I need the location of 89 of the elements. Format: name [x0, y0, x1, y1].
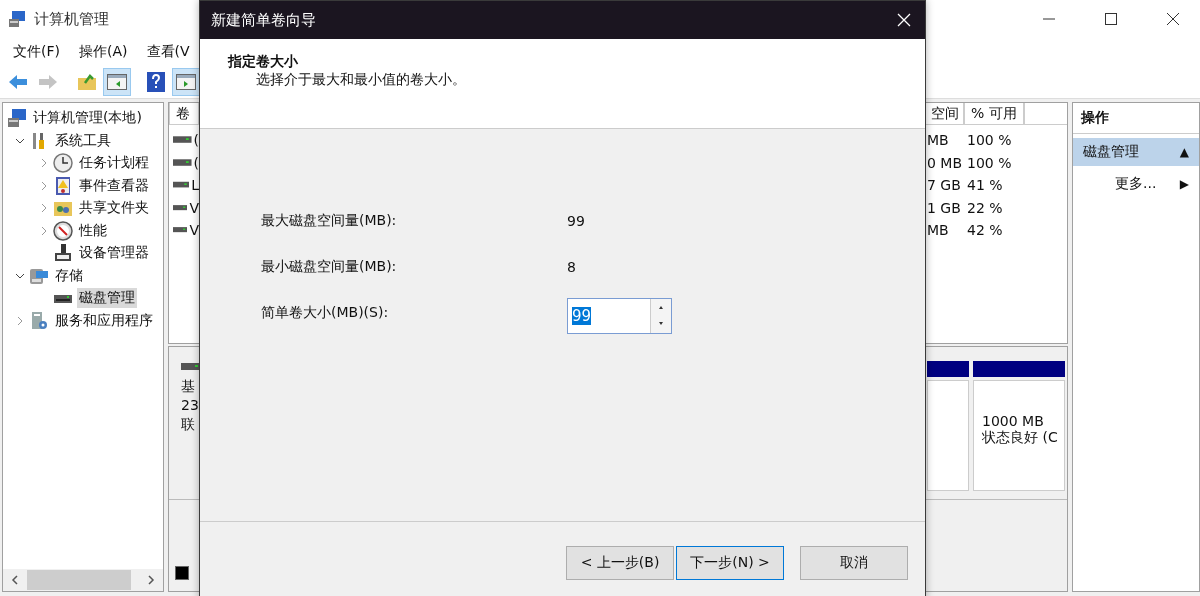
table-cell: V	[189, 222, 199, 239]
tree-item[interactable]: 共享文件夹	[77, 198, 151, 219]
left-arrow-icon	[8, 74, 28, 90]
tree-item[interactable]: 服务和应用程序	[53, 310, 155, 331]
table-cell-text: 42 %	[966, 221, 1004, 241]
device-icon	[53, 243, 73, 264]
scrollbar-thumb[interactable]	[27, 570, 131, 590]
drive-icon	[173, 203, 188, 212]
wizard-button[interactable]: 下一步(N) >	[676, 546, 784, 580]
partition-bar	[927, 361, 969, 377]
partition[interactable]: 1000 MB 状态良好 (C	[973, 380, 1065, 491]
tree-item[interactable]: 存储	[53, 265, 85, 286]
clock-icon	[53, 153, 73, 174]
wizard-button[interactable]: 取消	[800, 546, 908, 580]
wizard-button[interactable]: < 上一步(B)	[566, 546, 674, 580]
table-cell-text: 41 %	[966, 176, 1004, 196]
drive-icon	[173, 158, 192, 167]
table-cell-text: 1 GB	[926, 198, 962, 218]
table-cell-text: MB	[926, 221, 950, 241]
maximize-icon[interactable]	[1105, 13, 1117, 25]
drive-icon	[181, 363, 200, 371]
help-icon	[147, 72, 165, 92]
pane-icon	[107, 74, 127, 90]
action-item[interactable]: 更多... ▶	[1073, 170, 1199, 198]
tree-item[interactable]: 计算机管理(本地)	[31, 108, 144, 129]
spinner-value: 99	[572, 307, 592, 325]
legend-swatch	[175, 566, 189, 580]
table-cell: (	[193, 154, 199, 171]
pane-icon	[176, 74, 196, 90]
table-cell-text: 0 MB	[926, 153, 964, 173]
action-section[interactable]: 磁盘管理 ▲	[1073, 138, 1199, 166]
panel-title: 操作	[1073, 103, 1199, 134]
tree-item[interactable]: 事件查看器	[77, 175, 151, 196]
step-heading: 指定卷大小	[228, 53, 299, 71]
field-label: 最大磁盘空间量(MB):	[261, 212, 398, 230]
table-cell-text: 100 %	[966, 153, 1013, 173]
partition[interactable]	[927, 380, 969, 491]
table-cell: L	[191, 177, 199, 194]
partition-label: 状态良好 (C	[982, 429, 1059, 447]
partition-label: 1000 MB	[982, 413, 1045, 429]
size-spinner[interactable]: 99	[567, 298, 672, 334]
gauge-icon	[53, 220, 73, 241]
computer-icon	[8, 10, 26, 28]
tree-item[interactable]: 任务计划程	[77, 153, 151, 174]
field-value: 99	[567, 213, 585, 229]
server-gear-icon	[29, 310, 49, 331]
tree-item[interactable]: 设备管理器	[77, 243, 151, 264]
tree-item[interactable]: 性能	[77, 220, 109, 241]
table-cell: V	[189, 199, 199, 216]
step-description: 选择介于最大和最小值的卷大小。	[255, 71, 467, 89]
table-cell-text: MB	[926, 131, 950, 151]
drive-icon	[173, 136, 192, 145]
column-header[interactable]: % 可用	[964, 103, 1024, 125]
pane-toggle-button[interactable]	[103, 68, 131, 96]
disk-label: 23	[181, 396, 200, 415]
drive-icon	[173, 226, 188, 235]
menu-item[interactable]: 文件(F)	[13, 43, 60, 61]
window-title: 计算机管理	[34, 9, 109, 29]
field-value: 8	[567, 259, 576, 275]
menu-item[interactable]: 操作(A)	[79, 43, 128, 61]
action-label: 更多...	[1115, 175, 1157, 193]
table-cell-text: 22 %	[966, 198, 1004, 218]
log-book-icon	[53, 175, 73, 196]
column-header[interactable]	[1024, 103, 1067, 125]
action-label: 磁盘管理	[1083, 143, 1139, 161]
dialog-title: 新建简单卷向导	[211, 10, 316, 30]
column-header[interactable]: 卷	[169, 103, 199, 125]
table-cell-text: 100 %	[966, 131, 1013, 151]
scroll-left-icon[interactable]	[11, 575, 19, 585]
field-label: 最小磁盘空间量(MB):	[261, 258, 398, 276]
tree-item[interactable]: 系统工具	[53, 130, 113, 151]
arrow-glyph: ▶	[1179, 177, 1189, 191]
pane-toggle-button[interactable]	[172, 68, 200, 96]
disk-label: 联	[181, 415, 196, 434]
column-header[interactable]: 空间	[924, 103, 964, 125]
scroll-right-icon[interactable]	[147, 575, 155, 585]
folder-up-icon	[77, 73, 97, 91]
field-label: 简单卷大小(MB)(S):	[261, 304, 390, 322]
computer-icon	[7, 108, 27, 129]
table-cell-text: 7 GB	[926, 176, 962, 196]
menu-item[interactable]: 查看(V	[146, 43, 190, 61]
arrow-glyph: ▲	[1179, 145, 1189, 159]
close-icon[interactable]	[1167, 13, 1179, 25]
disk-label: 基	[181, 377, 196, 396]
horizontal-scrollbar[interactable]	[3, 569, 163, 591]
right-arrow-icon	[38, 74, 58, 90]
table-cell: (	[193, 132, 199, 149]
drive-icon	[173, 181, 190, 190]
tree-item[interactable]: 磁盘管理	[77, 288, 137, 309]
